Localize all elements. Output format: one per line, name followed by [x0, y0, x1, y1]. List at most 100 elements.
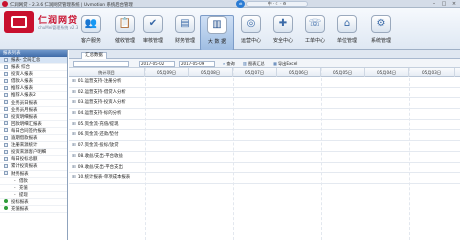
sidebar-item-label: 提现: [19, 192, 28, 198]
chart-label: 图表汇总: [247, 60, 265, 66]
table-row[interactable]: ⊞ 05.资金流-充值/提现: [69, 120, 460, 131]
sidebar-item-label: 借款: [19, 178, 28, 184]
column-header: 05月05日: [321, 68, 365, 77]
brand-subtitle: chuMei管理系统 v2.3: [38, 25, 79, 30]
nav-operation[interactable]: ◎ 运营中心: [234, 15, 268, 51]
window-titlebar: 仁润网贷 - 2.3.6 仁润网贷管理系统 | Uvmotion 系统后台管理 …: [0, 0, 460, 8]
sidebar-item[interactable]: 业务员月报表: [0, 107, 67, 114]
table-row[interactable]: ⊞ 04.运营支持-标的分析: [69, 109, 460, 120]
table-row[interactable]: ⊞ 02.运营支持-借贷人分析: [69, 88, 460, 99]
sidebar-item[interactable]: 投资明细报表: [0, 114, 67, 121]
ticket-icon: ☏: [305, 15, 325, 33]
sidebar-item-label: 充值: [19, 185, 28, 191]
minimize-button[interactable]: –: [430, 1, 438, 7]
sidebar-item-label: 投资明细报表: [11, 114, 38, 120]
search-icon: ⌕: [223, 60, 226, 66]
sidebar-item[interactable]: 推荐人报表2: [0, 92, 67, 100]
grid-header: 统计项目 05月09日 05月08日 05月07日 05月06日 05月05日 …: [69, 68, 460, 77]
sidebar-item[interactable]: 投标报表: [0, 199, 67, 206]
column-header: 05月03日: [409, 68, 455, 77]
row-label: ⊞ 05.资金流-充值/提现: [72, 121, 119, 127]
chart-icon: ▥: [243, 60, 247, 66]
row-label: ⊞ 01.运营支持-注册分析: [72, 79, 122, 84]
nav-unit[interactable]: ⌂ 单位管理: [330, 15, 364, 51]
nav-ticket[interactable]: ☏ 工单中心: [298, 15, 332, 51]
column-header: 05月09日: [145, 68, 189, 77]
sidebar-item[interactable]: 每日投标总额: [0, 156, 67, 164]
table-row[interactable]: ⊞ 10.统计报表-单项成本报表: [69, 173, 460, 184]
cloud-sync-icon[interactable]: dt: [236, 0, 245, 8]
date-start-field[interactable]: 2017-05-02: [139, 60, 175, 67]
table-row[interactable]: ⊞ 09.收益/支出-平台支出: [69, 163, 460, 174]
sidebar-item-label: 累计投资报表: [11, 164, 38, 170]
sidebar-item-label: 报表- 全局汇总: [11, 58, 41, 63]
nav-customer-service[interactable]: 👥 客户服务: [74, 15, 108, 51]
nav-finance[interactable]: ▤ 财务管理: [168, 15, 202, 51]
sidebar-item-label: 业务员月报表: [11, 107, 38, 113]
export-label: 导出Excel: [277, 60, 298, 66]
report-select[interactable]: [73, 60, 129, 67]
table-row[interactable]: ⊞ 07.资金流-投标/放贷: [69, 141, 460, 152]
ime-toolbar[interactable]: 中 · ☾ · ⚙: [246, 1, 308, 7]
sidebar-item-label: 财务报表: [11, 171, 29, 177]
query-label: 查询: [226, 60, 235, 66]
collection-icon: 📋: [115, 15, 135, 33]
sidebar-subitem[interactable]: - 借款: [0, 178, 67, 185]
nav-label: 安全中心: [272, 38, 293, 44]
tab-summary[interactable]: 汇总数据: [81, 52, 107, 59]
sidebar-item[interactable]: 逾期借款报表: [0, 135, 67, 143]
sidebar-subitem[interactable]: - 充值: [0, 185, 67, 192]
sidebar-subitem[interactable]: - 提现: [0, 192, 67, 199]
nav-system[interactable]: ⚙ 系统管理: [364, 15, 398, 51]
table-row[interactable]: ⊞ 01.运营支持-注册分析: [69, 77, 460, 88]
sidebar-item-label: 投资人报表: [11, 72, 33, 78]
chart-summary-button[interactable]: ▥图表汇总: [243, 61, 265, 67]
table-row[interactable]: ⊞ 06.资金流-还款/垫付: [69, 130, 460, 142]
table-row[interactable]: ⊞ 03.运营支持-投资人分析: [69, 98, 460, 110]
report-sidebar: 报表列表 报表- 全局汇总 报表 综合 投资人报表 借款人报表 推荐人报表 推荐…: [0, 50, 68, 240]
sidebar-item[interactable]: 报表 综合: [0, 64, 67, 72]
audit-icon: ✔: [143, 15, 163, 33]
sidebar-item[interactable]: 借款人报表: [0, 78, 67, 86]
sidebar-item[interactable]: 投资人报表: [0, 71, 67, 79]
grid-body: ⊞ 01.运营支持-注册分析 ⊞ 02.运营支持-借贷人分析 ⊞ 03.运营支持-投资…: [69, 77, 460, 184]
sidebar-item[interactable]: 业务员日报表: [0, 100, 67, 107]
date-end-field[interactable]: 2017-05-09: [179, 60, 215, 67]
nav-audit[interactable]: ✔ 审核管理: [136, 15, 170, 51]
finance-icon: ▤: [175, 15, 195, 33]
tab-bar: 汇总数据: [69, 50, 460, 59]
table-row[interactable]: ⊞ 08.收益/支出-平台收益: [69, 152, 460, 163]
sidebar-item[interactable]: 每日合同签约报表: [0, 128, 67, 136]
nav-label: 客户服务: [80, 38, 101, 44]
sidebar-item[interactable]: 注册来源统计: [0, 142, 67, 150]
sidebar-item[interactable]: 充值报表: [0, 206, 67, 214]
nav-label: 运营中心: [240, 38, 261, 44]
sidebar-item[interactable]: 报表- 全局汇总: [0, 57, 67, 65]
system-icon: ⚙: [371, 15, 391, 33]
nav-label: 审核管理: [142, 38, 163, 44]
query-button[interactable]: ⌕查询: [223, 61, 235, 67]
export-excel-button[interactable]: ▦导出Excel: [273, 61, 297, 67]
close-button[interactable]: ×: [450, 1, 458, 7]
sidebar-item-label: 投标报表: [11, 199, 29, 205]
sidebar-item[interactable]: 累计投资报表: [0, 163, 67, 171]
window-title: 仁润网贷 - 2.3.6 仁润网贷管理系统 | Uvmotion 系统后台管理: [10, 2, 133, 8]
nav-bigdata[interactable]: ▥ 大 数 据: [200, 15, 234, 51]
bigdata-icon: ▥: [207, 16, 227, 34]
sidebar-item-label: 投资来源客户明细: [11, 150, 47, 156]
sidebar-item[interactable]: 投资来源客户明细: [0, 149, 67, 157]
maximize-button[interactable]: □: [440, 1, 448, 7]
customer-icon: 👥: [81, 15, 101, 33]
sidebar-item[interactable]: 回款明细汇报表: [0, 121, 67, 128]
excel-icon: ▦: [273, 60, 277, 66]
row-label: ⊞ 04.运营支持-标的分析: [72, 111, 122, 117]
operation-icon: ◎: [241, 15, 261, 33]
sidebar-item-label: 推荐人报表2: [11, 93, 36, 99]
nav-security[interactable]: ✚ 安全中心: [266, 15, 300, 51]
sidebar-item[interactable]: 财务报表: [0, 171, 67, 178]
column-header: 05月08日: [189, 68, 233, 77]
sidebar-item[interactable]: 推荐人报表: [0, 85, 67, 93]
nav-label: 系统管理: [370, 38, 391, 44]
main-content: 汇总数据 2017-05-02 2017-05-09 ⌕查询 ▥图表汇总 ▦导出…: [69, 50, 460, 240]
nav-label: 财务管理: [174, 38, 195, 44]
